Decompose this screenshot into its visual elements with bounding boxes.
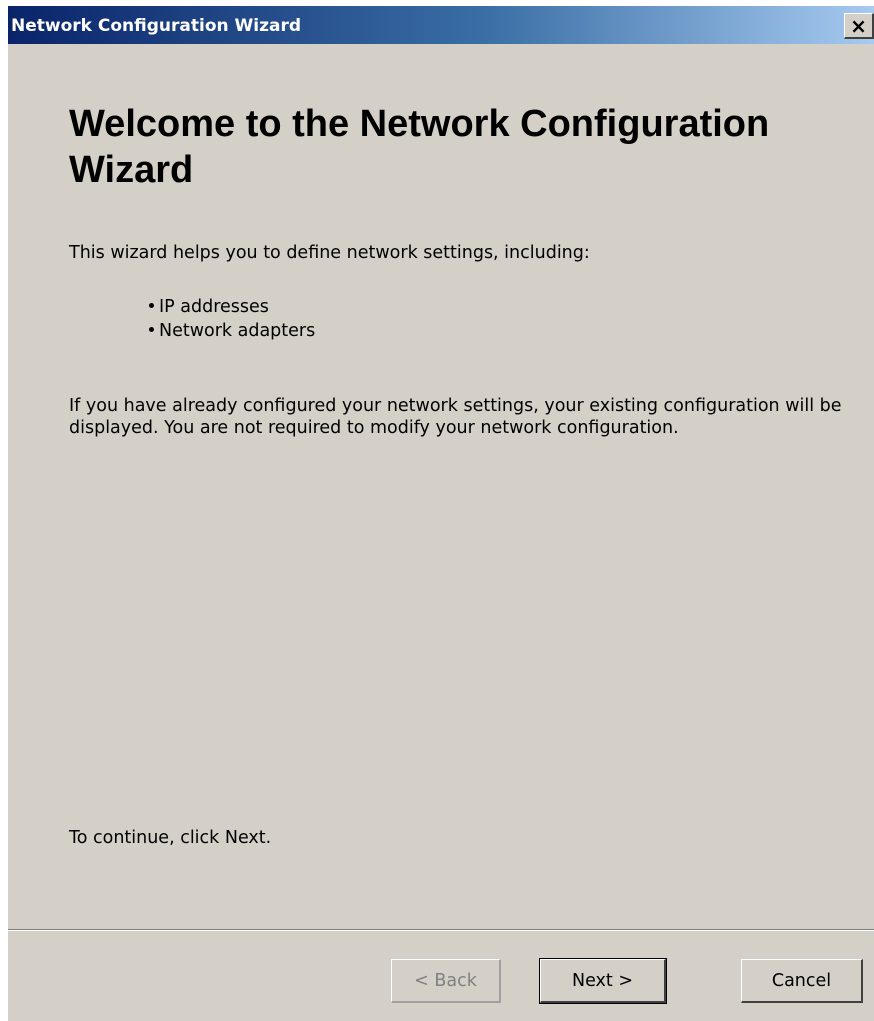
next-button[interactable]: Next > xyxy=(539,958,667,1004)
window-title: Network Configuration Wizard xyxy=(11,16,302,36)
back-button[interactable]: < Back xyxy=(391,959,501,1003)
wizard-window: Network Configuration Wizard × Welcome t… xyxy=(8,6,874,1021)
existing-config-note: If you have already configured your netw… xyxy=(69,396,842,438)
button-separator xyxy=(8,929,874,931)
wizard-content: Welcome to the Network Configuration Wiz… xyxy=(8,44,874,929)
list-item: Network adapters xyxy=(149,319,315,343)
settings-list: IP addresses Network adapters xyxy=(149,295,315,343)
page-title: Welcome to the Network Configuration Wiz… xyxy=(69,103,770,191)
list-item-label: IP addresses xyxy=(159,297,269,317)
continue-hint: To continue, click Next. xyxy=(69,828,272,848)
title-bar[interactable]: Network Configuration Wizard × xyxy=(8,6,874,44)
cancel-button[interactable]: Cancel xyxy=(741,959,863,1003)
close-icon[interactable]: × xyxy=(844,13,874,39)
bullet-icon xyxy=(149,326,154,332)
bullet-icon xyxy=(149,302,154,308)
intro-text: This wizard helps you to define network … xyxy=(69,243,590,263)
list-item-label: Network adapters xyxy=(159,321,316,341)
list-item: IP addresses xyxy=(149,295,315,319)
